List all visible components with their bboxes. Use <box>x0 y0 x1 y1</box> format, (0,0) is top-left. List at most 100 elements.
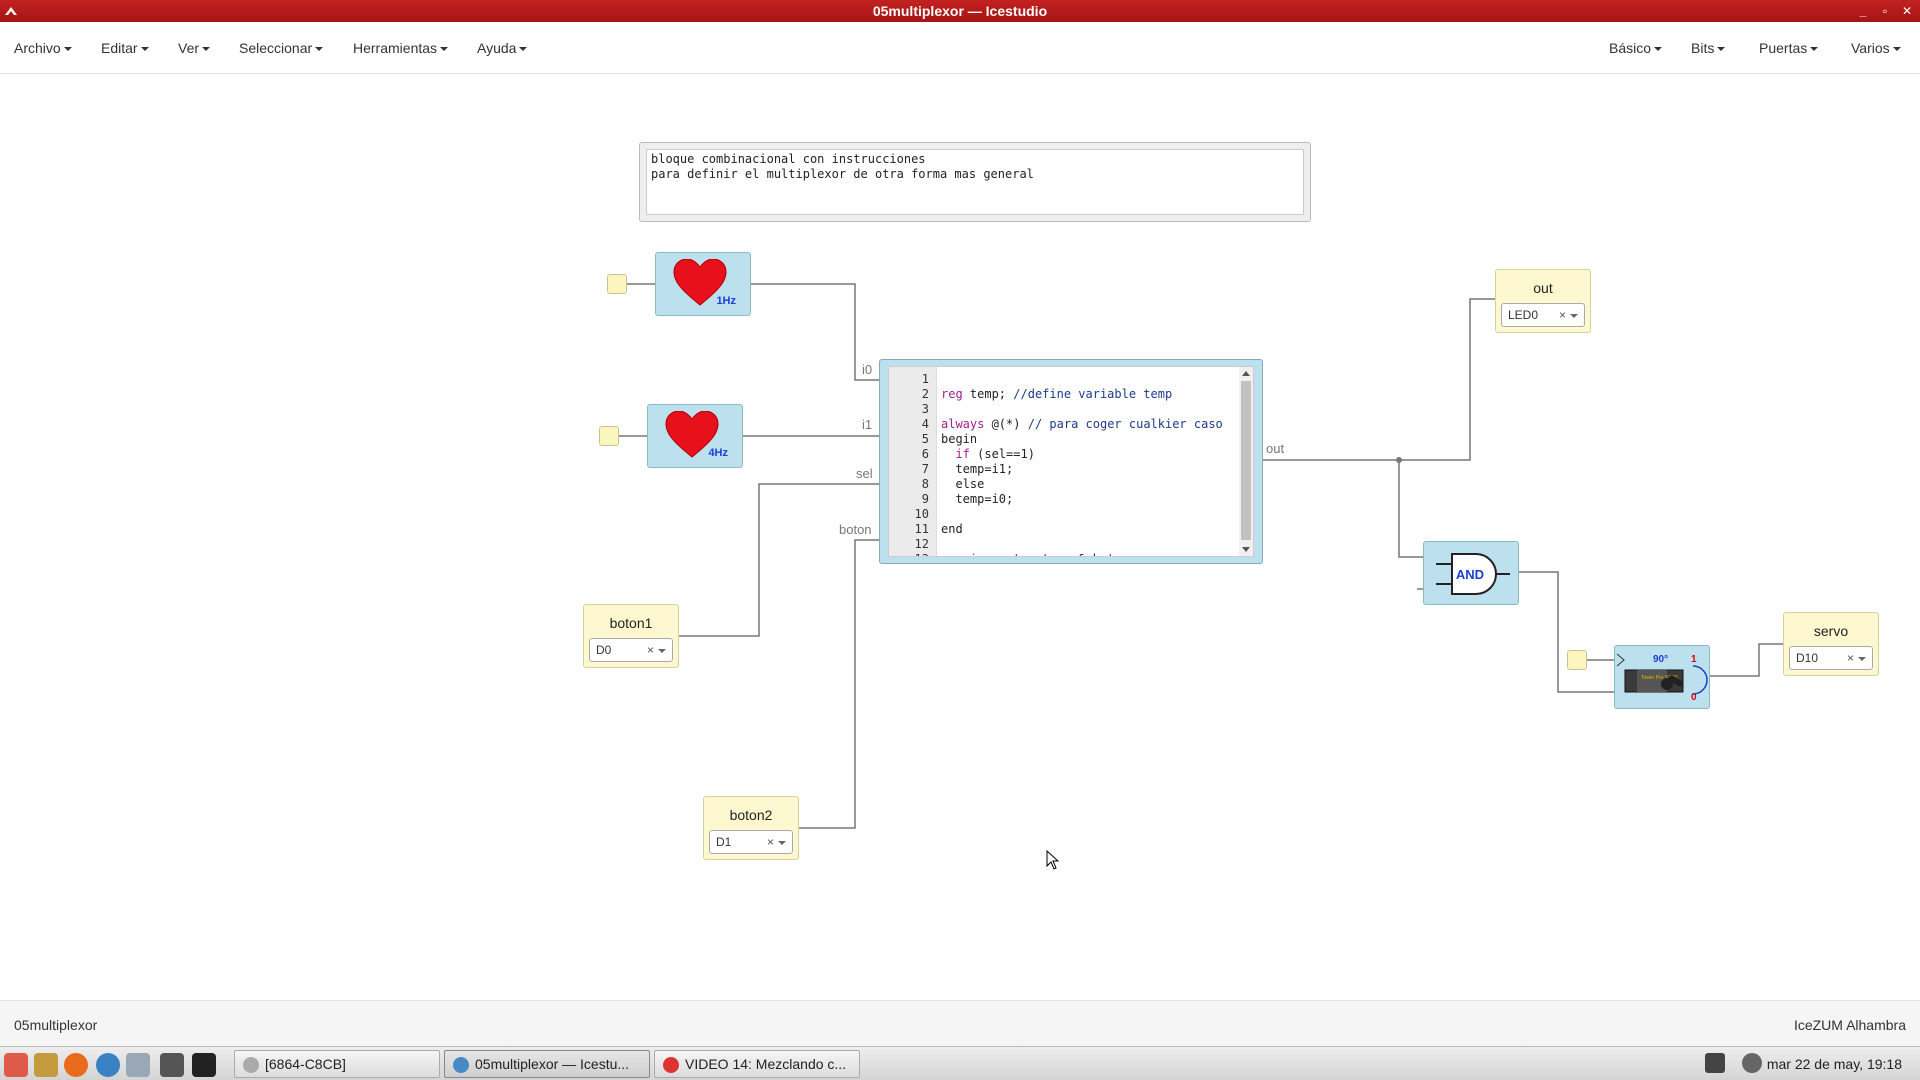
menu-basico[interactable]: Básico <box>1609 40 1663 56</box>
menu-varios[interactable]: Varios <box>1851 40 1901 56</box>
clock-frequency-label: 4Hz <box>708 447 728 459</box>
menu-bits[interactable]: Bits <box>1691 40 1726 56</box>
chevron-down-icon[interactable] <box>658 649 666 653</box>
menu-puertas[interactable]: Puertas <box>1759 40 1819 56</box>
status-board-name[interactable]: IceZUM Alhambra <box>1794 1017 1906 1033</box>
pin-boton2[interactable]: boton2 D1 × <box>703 796 799 860</box>
clear-icon[interactable]: × <box>1847 651 1854 665</box>
chevron-down-icon <box>140 47 149 52</box>
taskbar-task-2[interactable]: 05multiplexor — Icestu... <box>444 1050 650 1078</box>
port-label-i1: i1 <box>862 417 873 432</box>
tray-volume-icon[interactable] <box>1742 1053 1762 1073</box>
servo-icon: 90° 1 0 Tower Pro SG90 <box>1616 653 1708 703</box>
chevron-down-icon <box>202 47 211 52</box>
servo-angle-label: 90° <box>1653 654 1668 665</box>
wire-junction <box>1396 457 1402 463</box>
wire-servo-pin <box>1710 643 1783 677</box>
port-label-out: out <box>1266 441 1285 456</box>
pin-select[interactable]: D0 × <box>589 638 673 662</box>
pin-servo[interactable]: servo D10 × <box>1783 612 1879 676</box>
clock1-input-port[interactable] <box>607 274 627 294</box>
menu-launcher-icon[interactable] <box>4 1053 28 1077</box>
mouse-cursor-icon <box>1046 850 1060 870</box>
firefox-launcher-icon[interactable] <box>64 1053 88 1077</box>
taskbar-task-3[interactable]: VIDEO 14: Mezclando c... <box>654 1050 860 1078</box>
terminal-launcher-icon[interactable] <box>192 1053 216 1077</box>
tray-display-icon[interactable] <box>1705 1053 1725 1073</box>
maximize-button[interactable]: ▫ <box>1876 2 1894 20</box>
screenshot-launcher-icon[interactable] <box>160 1053 184 1077</box>
port-label-i0: i0 <box>862 362 873 377</box>
chevron-down-icon <box>440 47 449 52</box>
clear-icon[interactable]: × <box>647 643 654 657</box>
wire-and-servo <box>1519 571 1614 693</box>
clock-1hz-block[interactable]: 1Hz <box>655 252 751 316</box>
chevron-down-icon <box>1717 47 1726 52</box>
chrome-launcher-icon[interactable] <box>96 1053 120 1077</box>
taskbar-task-1[interactable]: [6864-C8CB] <box>234 1050 440 1078</box>
text-editor-launcher-icon[interactable] <box>34 1053 58 1077</box>
status-bar: 05multiplexor IceZUM Alhambra <box>0 1000 1920 1046</box>
window-title: 05multiplexor — Icestudio <box>872 3 1048 19</box>
servo-block[interactable]: 90° 1 0 Tower Pro SG90 <box>1614 645 1710 709</box>
wire-out-and <box>1398 460 1423 558</box>
chevron-down-icon <box>1654 47 1663 52</box>
clock-4hz-block[interactable]: 4Hz <box>647 404 743 468</box>
pin-boton1[interactable]: boton1 D0 × <box>583 604 679 668</box>
wire-clk1-i0 <box>751 283 879 381</box>
wire-boton1-sel <box>679 483 879 637</box>
port-label-sel: sel <box>856 466 873 481</box>
files-launcher-icon[interactable] <box>126 1053 150 1077</box>
chevron-down-icon <box>315 47 324 52</box>
and-gate-block[interactable]: AND <box>1423 541 1519 605</box>
pin-select[interactable]: D10 × <box>1789 646 1873 670</box>
servo-top-label: 1 <box>1691 654 1697 665</box>
menu-ayuda[interactable]: Ayuda <box>477 40 528 56</box>
menu-archivo[interactable]: Archivo <box>14 40 72 56</box>
pin-select[interactable]: D1 × <box>709 830 793 854</box>
close-button[interactable]: ✕ <box>1898 2 1916 20</box>
servo-input-port[interactable] <box>1567 650 1587 670</box>
menu-seleccionar[interactable]: Seleccionar <box>239 40 324 56</box>
chevron-down-icon <box>1810 47 1819 52</box>
minimize-button[interactable]: _ <box>1854 2 1872 20</box>
chevron-down-icon <box>1892 47 1901 52</box>
code-scrollbar[interactable] <box>1239 367 1253 556</box>
scrollbar-thumb[interactable] <box>1241 381 1251 540</box>
app-icon <box>5 7 17 15</box>
pin-name: servo <box>1813 623 1849 639</box>
clock-frequency-label: 1Hz <box>716 295 736 307</box>
code-editor[interactable]: 1 2 reg temp; //define variable temp 3 4a… <box>888 366 1254 557</box>
taskbar-clock[interactable]: mar 22 de may, 19:18 <box>1767 1056 1902 1072</box>
chevron-down-icon <box>63 47 72 52</box>
menu-editar[interactable]: Editar <box>101 40 149 56</box>
design-canvas[interactable]: bloque combinacional con instrucciones p… <box>0 75 1920 1000</box>
chevron-down-icon <box>519 47 528 52</box>
port-label-boton: boton <box>839 522 872 537</box>
task-app-icon <box>663 1057 679 1073</box>
comment-block[interactable]: bloque combinacional con instrucciones p… <box>639 142 1311 222</box>
system-taskbar: [6864-C8CB] 05multiplexor — Icestu... VI… <box>0 1046 1920 1080</box>
clear-icon[interactable]: × <box>767 835 774 849</box>
pin-select[interactable]: LED0 × <box>1501 303 1585 327</box>
menu-herramientas[interactable]: Herramientas <box>353 40 449 56</box>
wire-out-led <box>1263 298 1495 461</box>
pin-name: boton2 <box>729 807 773 823</box>
pin-out[interactable]: out LED0 × <box>1495 269 1591 333</box>
chevron-down-icon[interactable] <box>1570 314 1578 318</box>
scroll-down-icon[interactable] <box>1242 547 1250 552</box>
menu-bar: Archivo Editar Ver Seleccionar Herramien… <box>0 22 1920 74</box>
task-app-icon <box>243 1057 259 1073</box>
clock2-input-port[interactable] <box>599 426 619 446</box>
chevron-down-icon[interactable] <box>778 841 786 845</box>
comment-text[interactable]: bloque combinacional con instrucciones p… <box>646 149 1304 215</box>
and-gate-icon: AND <box>1436 553 1510 595</box>
and-gate-label: AND <box>1456 567 1484 582</box>
menu-ver[interactable]: Ver <box>178 40 211 56</box>
clear-icon[interactable]: × <box>1559 308 1566 322</box>
chevron-down-icon[interactable] <box>1858 657 1866 661</box>
pin-name: boton1 <box>609 615 653 631</box>
wire-boton2-boton <box>799 539 879 829</box>
scroll-up-icon[interactable] <box>1242 371 1250 376</box>
verilog-code-block[interactable]: 1 2 reg temp; //define variable temp 3 4a… <box>879 359 1263 564</box>
